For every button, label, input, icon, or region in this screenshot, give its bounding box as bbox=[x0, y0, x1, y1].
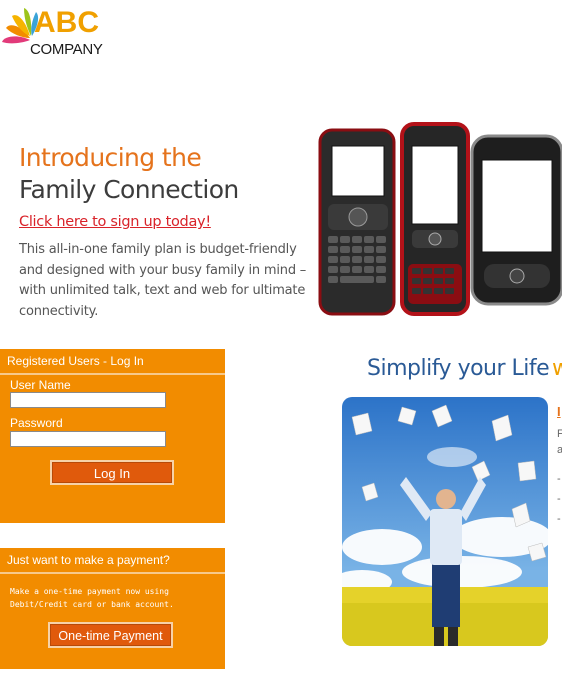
payment-panel: Just want to make a payment? Make a one-… bbox=[0, 548, 225, 669]
phone-touch-icon bbox=[470, 134, 562, 306]
promo-description: This all-in-one family plan is budget-fr… bbox=[19, 242, 307, 319]
cropped-link[interactable]: I bbox=[557, 406, 562, 418]
cropped-bullet-1: - bbox=[557, 473, 561, 485]
payment-desc-line2: Debit/Credit card or bank account. bbox=[10, 600, 174, 609]
simplify-heading-cut: w bbox=[552, 356, 562, 381]
cropped-text-1: F bbox=[557, 428, 562, 440]
phone-qwerty-icon bbox=[318, 128, 396, 316]
password-input[interactable] bbox=[10, 431, 166, 447]
signup-link[interactable]: Click here to sign up today! bbox=[19, 212, 211, 232]
promo-title-line2: Family Connection bbox=[19, 175, 239, 204]
login-panel-header: Registered Users - Log In bbox=[0, 349, 225, 375]
payment-panel-header: Just want to make a payment? bbox=[0, 548, 225, 574]
cropped-text-2: a bbox=[557, 444, 562, 456]
payment-description: Make a one-time payment now using Debit/… bbox=[10, 585, 174, 611]
man-with-papers-photo bbox=[342, 397, 548, 646]
one-time-payment-button[interactable]: One-time Payment bbox=[48, 622, 173, 648]
promo-title-line1: Introducing the bbox=[19, 143, 202, 172]
cropped-bullet-2: - bbox=[557, 493, 561, 505]
login-button[interactable]: Log In bbox=[50, 460, 174, 485]
cropped-bullet-3: - bbox=[557, 513, 561, 525]
logo-abc-text: ABC bbox=[34, 6, 99, 39]
username-label: User Name bbox=[10, 378, 71, 392]
phones-image bbox=[316, 118, 562, 333]
login-panel: Registered Users - Log In User Name Pass… bbox=[0, 349, 225, 523]
simplify-heading: Simplify your Life bbox=[367, 356, 550, 381]
payment-desc-line1: Make a one-time payment now using bbox=[10, 587, 169, 596]
company-logo[interactable]: ABC COMPANY bbox=[0, 0, 120, 70]
password-label: Password bbox=[10, 416, 63, 430]
logo-company-text: COMPANY bbox=[30, 41, 103, 58]
phone-slider-icon bbox=[400, 122, 470, 316]
username-input[interactable] bbox=[10, 392, 166, 408]
